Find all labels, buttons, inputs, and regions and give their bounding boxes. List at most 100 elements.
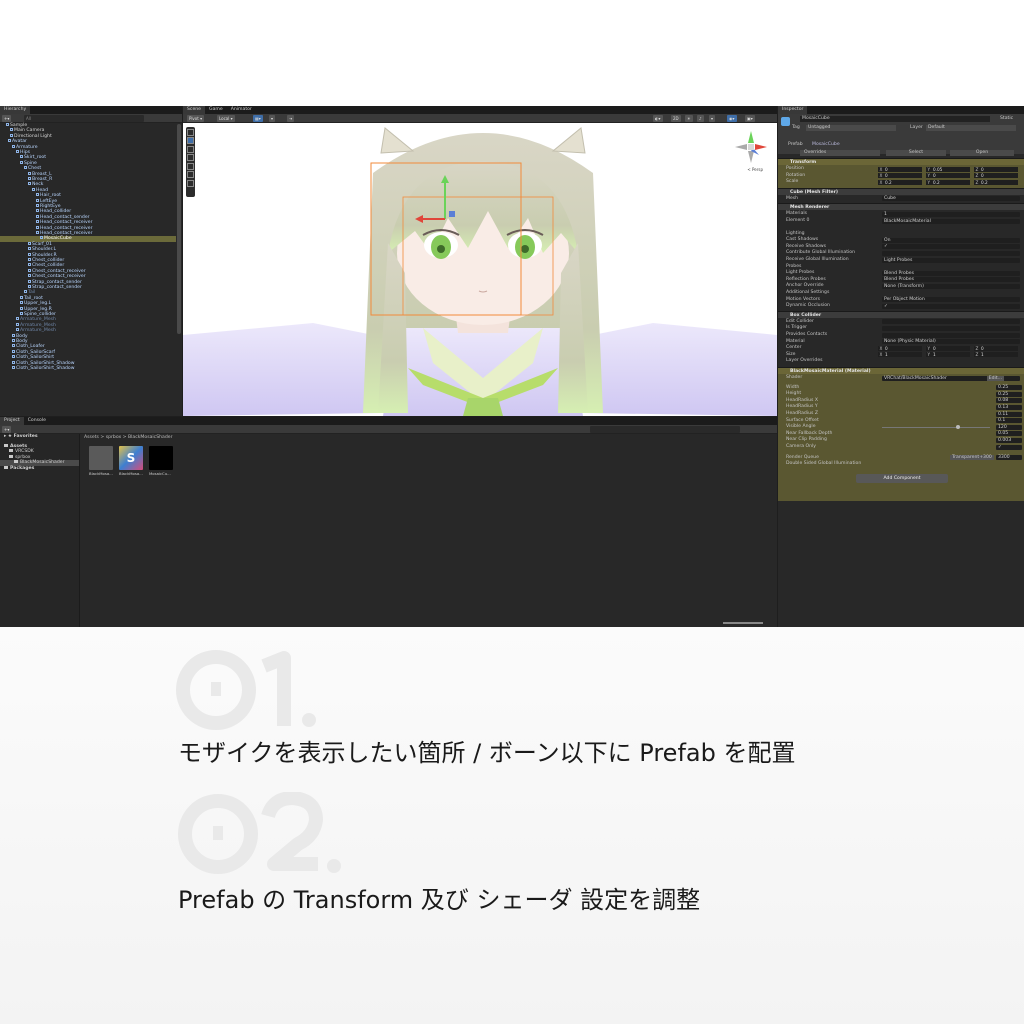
additional-row[interactable]: Dynamic Occlusion ✓ — [778, 303, 1024, 309]
material-property-value[interactable]: 0.05 — [996, 431, 1022, 437]
persp-label[interactable]: < Persp — [747, 167, 763, 172]
mesh-renderer-header[interactable]: Mesh Renderer — [778, 203, 1024, 211]
collider-center-y-field[interactable]: Y0 — [926, 345, 970, 351]
probe-row[interactable]: Reflection Probes Blend Probes — [778, 277, 1024, 283]
probe-row[interactable]: Anchor Override None (Transform) — [778, 283, 1024, 289]
material-property[interactable]: HeadRadius Y 0.13 — [778, 404, 1024, 410]
collider-row-value[interactable] — [882, 319, 1020, 325]
collider-center-z-field[interactable]: Z0 — [974, 345, 1018, 351]
box-collider-header[interactable]: Box Collider — [778, 310, 1024, 318]
lighting-foldout[interactable]: Lighting — [778, 231, 1024, 237]
scene-viewport[interactable]: < Persp — [183, 123, 777, 416]
tab-scene[interactable]: Scene — [183, 106, 206, 114]
lighting-row-value[interactable]: On — [882, 237, 1020, 243]
render-queue-field-value[interactable]: 3300 — [996, 455, 1022, 461]
transform-position-z-field[interactable]: Z0 — [974, 166, 1018, 172]
tab-hierarchy[interactable]: Hierarchy — [0, 106, 31, 114]
tab-project[interactable]: Project — [0, 417, 24, 425]
zoom-slider[interactable] — [723, 622, 763, 624]
transform-rotation-x-field[interactable]: X0 — [878, 173, 922, 179]
project-create-button[interactable]: +▾ — [2, 426, 12, 433]
material-property-value[interactable]: 0.003 — [996, 437, 1022, 443]
material-header[interactable]: BlackMosaicMaterial (Material) — [778, 367, 1024, 374]
material-property-value[interactable]: ✓ — [996, 444, 1022, 450]
probe-row[interactable]: Light Probes Blend Probes — [778, 270, 1024, 276]
pivot-dropdown[interactable]: Pivot ▾ — [187, 115, 205, 122]
material-property[interactable]: Near Fallback Depth 0.05 — [778, 431, 1024, 437]
breadcrumb[interactable]: Assets > sprbox > BlackMosaicShader — [84, 435, 172, 440]
layer-overrides-foldout[interactable]: Layer Overrides — [778, 358, 1024, 364]
transform-scale-z-field[interactable]: Z 0.2 — [974, 179, 1018, 185]
mesh-field-value[interactable]: Cube — [882, 196, 1020, 202]
transform-rotation-z-field[interactable]: Z0 — [974, 173, 1018, 179]
add-component-button[interactable]: Add Component — [856, 473, 948, 483]
collider-row-value[interactable] — [882, 332, 1020, 338]
render-queue-field[interactable]: Render Queue 3300 Transparent+300 — [778, 455, 1024, 461]
material-property-value[interactable]: 0.08 — [996, 398, 1022, 404]
material-property[interactable]: HeadRadius X 0.08 — [778, 398, 1024, 404]
audio-toggle[interactable]: ♪ — [697, 115, 704, 122]
material-property[interactable]: Width 0.25 — [778, 385, 1024, 391]
collider-size-x-field[interactable]: X1 — [878, 352, 922, 358]
tab-console[interactable]: Console — [24, 417, 50, 425]
additional-row-value[interactable]: Per Object Motion — [882, 297, 1020, 303]
hierarchy-scrollbar[interactable] — [177, 124, 181, 334]
render-queue-mode-dropdown[interactable]: Transparent+300 — [950, 455, 994, 461]
probe-row-value[interactable]: Blend Probes — [882, 270, 1020, 276]
transform-tool-icon[interactable] — [187, 171, 194, 178]
tab-game[interactable]: Game — [205, 106, 227, 114]
lighting-toggle[interactable]: ☀ — [685, 115, 693, 122]
2d-toggle[interactable]: 2D — [671, 115, 681, 122]
collider-row[interactable]: Is Trigger — [778, 325, 1024, 331]
material-property[interactable]: Visible Angle 120 — [778, 424, 1024, 430]
transform-rotation-y-field[interactable]: Y0 — [926, 173, 970, 179]
orientation-gizmo-icon[interactable] — [733, 129, 769, 165]
material-property-value[interactable]: 0.1 — [996, 418, 1022, 424]
material-element-0[interactable]: Element 0 BlackMosaicMaterial — [778, 218, 1024, 224]
asset-tile[interactable]: BlackMosa... — [89, 446, 115, 476]
lighting-row-value[interactable] — [882, 250, 1020, 256]
additional-settings-foldout[interactable]: Additional Settings — [778, 290, 1024, 296]
collider-row[interactable]: Material None (Physic Material) — [778, 339, 1024, 345]
probe-row-value[interactable]: None (Transform) — [882, 283, 1020, 289]
open-button[interactable]: Open — [950, 150, 1014, 156]
scale-tool-icon[interactable] — [187, 154, 194, 161]
asset-tile[interactable]: MosaicCu... — [149, 446, 175, 476]
overrides-dropdown[interactable]: Overrides — [800, 150, 880, 156]
lighting-row[interactable]: Cast Shadows On — [778, 237, 1024, 243]
custom-tool-icon[interactable] — [187, 179, 194, 187]
object-name-field[interactable]: MosaicCube — [800, 116, 990, 122]
rect-tool-icon[interactable] — [187, 162, 194, 170]
move-tool-icon[interactable] — [187, 137, 194, 144]
transform-scale-y-field[interactable]: Y 0.2 — [926, 179, 970, 185]
hierarchy-search-input[interactable]: All — [24, 115, 144, 122]
transform-header[interactable]: Transform — [778, 158, 1024, 165]
lighting-row[interactable]: Receive Global Illumination Light Probes — [778, 257, 1024, 263]
material-property[interactable]: HeadRadius Z 0.11 — [778, 411, 1024, 417]
collider-row[interactable]: Edit Collider — [778, 319, 1024, 325]
asset-tile[interactable]: S BlackMosa... — [119, 446, 145, 476]
collider-center-x-field[interactable]: X0 — [878, 345, 922, 351]
camera-settings-button[interactable]: ▣▾ — [745, 115, 755, 122]
collider-row-value[interactable] — [882, 325, 1020, 331]
material-property[interactable]: Camera Only ✓ — [778, 444, 1024, 450]
tab-inspector[interactable]: Inspector — [778, 106, 808, 114]
lighting-row[interactable]: Contribute Global Illumination — [778, 250, 1024, 256]
tag-dropdown[interactable]: Untagged — [806, 125, 896, 131]
material-property-value[interactable]: 120 — [996, 424, 1022, 430]
material-property-value[interactable]: 0.25 — [996, 391, 1022, 397]
shading-mode-button[interactable]: ◐▾ — [653, 115, 663, 122]
material-property[interactable]: Near Clip Padding 0.003 — [778, 437, 1024, 443]
material-property-value[interactable]: 0.25 — [996, 385, 1022, 391]
effects-toggle[interactable]: ▾ — [709, 115, 716, 122]
additional-row[interactable]: Motion Vectors Per Object Motion — [778, 297, 1024, 303]
snap-all-button[interactable]: ⇥ — [287, 115, 295, 122]
shader-dropdown[interactable]: Shader VRChat/BlackMosaicShader Edit... — [778, 375, 1024, 381]
prefab-field[interactable]: MosaicCube — [812, 142, 912, 148]
gizmos-button[interactable]: ◉▾ — [727, 115, 737, 122]
visible-angle-slider[interactable] — [882, 426, 990, 428]
transform-position-y-field[interactable]: Y 0.05 — [926, 166, 970, 172]
mesh-field[interactable]: Mesh Cube — [778, 196, 1024, 202]
material-element-0-value[interactable]: BlackMosaicMaterial — [882, 218, 1020, 224]
probe-row-value[interactable]: Blend Probes — [882, 277, 1020, 283]
